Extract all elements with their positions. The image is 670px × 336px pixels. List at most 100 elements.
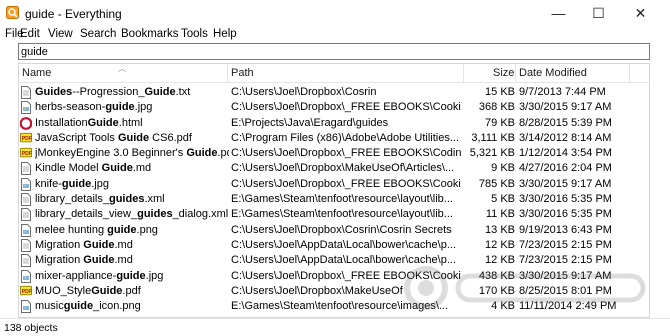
vertical-scrollbar[interactable] (650, 63, 670, 318)
file-name-part: .xml (144, 193, 165, 206)
file-name-part: CS6.pdf (149, 131, 192, 144)
menu-edit[interactable]: Edit (20, 27, 40, 41)
table-row[interactable]: library_details_view_guides_dialog.xml E:… (19, 207, 649, 222)
file-path: C:\Program Files (x86)\Adobe\Adobe Utili… (231, 131, 460, 144)
date-modified: 3/14/2012 8:14 AM (519, 131, 612, 144)
file-path: C:\Users\Joel\AppData\Local\bower\cache\… (231, 254, 457, 267)
match-highlight: Guide (83, 238, 115, 251)
text-file-icon (20, 238, 32, 252)
match-highlight: guides (108, 193, 145, 206)
file-name: melee hunting guide.png (35, 224, 229, 237)
column-divider[interactable] (227, 64, 228, 82)
table-row[interactable]: Guides--Progression_Guide.txt C:\Users\Jo… (19, 85, 649, 100)
search-box[interactable] (18, 43, 650, 60)
file-size: 785 KB (478, 177, 515, 190)
file-path: C:\Users\Joel\Dropbox\Cosrin (231, 86, 377, 98)
file-path: C:\Users\Joel\AppData\Local\bower\cache\… (231, 238, 457, 251)
table-row[interactable]: mixer-appliance-guide.jpg C:\Users\Joel\D… (19, 269, 649, 284)
table-row[interactable]: Kindle Model Guide.md C:\Users\Joel\Dropb… (19, 161, 649, 176)
pdf-file-icon: PDF (20, 285, 32, 298)
text-file-icon (20, 193, 32, 207)
file-name-part: .txt (175, 86, 191, 98)
match-highlight: Guide (117, 131, 150, 144)
table-row[interactable]: PDF JavaScript Tools Guide CS6.pdf C:\Prog… (19, 131, 649, 146)
file-name: library_details_view_guides_dialog.xml (35, 208, 229, 221)
match-highlight: Guide (91, 284, 123, 297)
file-size: 79 KB (485, 116, 515, 129)
file-name-part: .md (114, 254, 133, 267)
menu-help[interactable]: Help (213, 27, 237, 41)
match-highlight: Guides (35, 86, 73, 98)
table-row[interactable]: PDFjMonkeyEngine 3.0 Beginner's Guide.pd… (19, 146, 649, 161)
table-row[interactable]: herbs-season-guide.jpg C:\Users\Joel\Drop… (19, 100, 649, 115)
image-file-icon (20, 223, 32, 237)
table-row[interactable]: PDF MUO_StyleGuide.pdf C:\Users\Joel\Dropb… (19, 284, 649, 299)
column-path[interactable]: Path (231, 67, 254, 79)
file-name: JavaScript Tools Guide CS6.pdf (35, 132, 229, 145)
table-row[interactable]: library_details_guides.xml E:\Games\Steam… (19, 192, 649, 207)
results-list[interactable]: ︿ Name Path Size Date Modified Guides--P… (18, 63, 650, 318)
file-size: 11 KB (485, 208, 515, 221)
everything-app-icon (6, 6, 19, 19)
column-date-modified[interactable]: Date Modified (519, 67, 587, 79)
table-row[interactable]: Migration Guide.md C:\Users\Joel\AppData\… (19, 238, 649, 253)
image-file-icon (20, 101, 32, 115)
text-file-icon (20, 254, 32, 268)
minimize-button[interactable]: — (541, 0, 576, 27)
match-highlight: Guide (186, 147, 218, 160)
menu-bookmarks[interactable]: Bookmarks (121, 27, 179, 41)
match-highlight: guide (116, 269, 146, 282)
file-name: Migration Guide.md (35, 254, 229, 267)
column-header: ︿ Name Path Size Date Modified (19, 64, 649, 83)
date-modified: 7/23/2015 2:15 PM (519, 254, 612, 267)
file-name: Kindle Model Guide.md (35, 162, 229, 175)
table-row[interactable]: melee hunting guide.png C:\Users\Joel\Dro… (19, 223, 649, 238)
table-row[interactable]: musicguide_icon.png E:\Games\Steam\tenfoo… (19, 299, 649, 314)
date-modified: 8/28/2015 5:39 PM (519, 116, 612, 129)
table-row[interactable]: Migration Guide.md C:\Users\Joel\AppData\… (19, 253, 649, 268)
file-name-part: _dialog.xml (172, 208, 229, 221)
menu-search[interactable]: Search (80, 27, 116, 41)
file-name: knife-guide.jpg (35, 178, 229, 191)
sort-ascending-icon: ︿ (118, 64, 126, 73)
svg-text:PDF: PDF (22, 289, 32, 295)
file-name: Guides--Progression_Guide.txt (35, 86, 229, 99)
image-file-icon (20, 177, 32, 191)
file-name: musicguide_icon.png (35, 300, 229, 313)
table-row[interactable]: knife-guide.jpg C:\Users\Joel\Dropbox\_FR… (19, 177, 649, 192)
pdf-file-icon: PDF (20, 147, 32, 160)
table-row[interactable]: InstallationGuide.html E:\Projects\Java\E… (19, 116, 649, 131)
file-size: 3,111 KB (471, 131, 515, 144)
result-rows: Guides--Progression_Guide.txt C:\Users\Jo… (19, 85, 649, 314)
date-modified: 9/19/2013 6:43 PM (519, 223, 612, 236)
menu-view[interactable]: View (48, 27, 73, 41)
file-name: MUO_StyleGuide.pdf (35, 285, 229, 298)
file-name-part: melee hunting (35, 223, 108, 236)
file-name-part: .jpg (145, 269, 164, 282)
text-file-icon (20, 208, 32, 222)
menu-tools[interactable]: Tools (181, 27, 208, 41)
file-name: jMonkeyEngine 3.0 Beginner's Guide.pdf (35, 147, 229, 160)
window-title: guide - Everything (25, 7, 122, 21)
file-path: E:\Games\Steam\tenfoot\resource\layout\l… (231, 208, 453, 221)
column-divider[interactable] (629, 64, 630, 82)
maximize-button[interactable]: ☐ (581, 0, 616, 27)
file-size: 5,321 KB (469, 147, 515, 160)
file-size: 13 KB (485, 223, 515, 236)
file-name-part: Installation (35, 116, 88, 129)
match-highlight: Guide (83, 254, 115, 267)
file-path: C:\Users\Joel\Dropbox\_FREE EBOOKS\Cooki… (231, 269, 461, 282)
file-name-part: JavaScript Tools (35, 131, 118, 144)
file-path: C:\Users\Joel\Dropbox\_FREE EBOOKS\Cooki… (231, 101, 461, 114)
search-input[interactable] (21, 45, 621, 58)
text-file-icon (20, 86, 32, 99)
column-divider[interactable] (463, 64, 464, 82)
close-button[interactable]: ✕ (623, 0, 658, 27)
file-name-part: MUO_Style (35, 284, 92, 297)
file-name-part: herbs-season- (35, 101, 106, 114)
column-size[interactable]: Size (493, 67, 514, 79)
column-name[interactable]: Name (22, 67, 51, 79)
file-name-part: .md (132, 162, 152, 175)
file-name-part: .pdf (217, 147, 229, 160)
column-divider[interactable] (515, 64, 516, 82)
